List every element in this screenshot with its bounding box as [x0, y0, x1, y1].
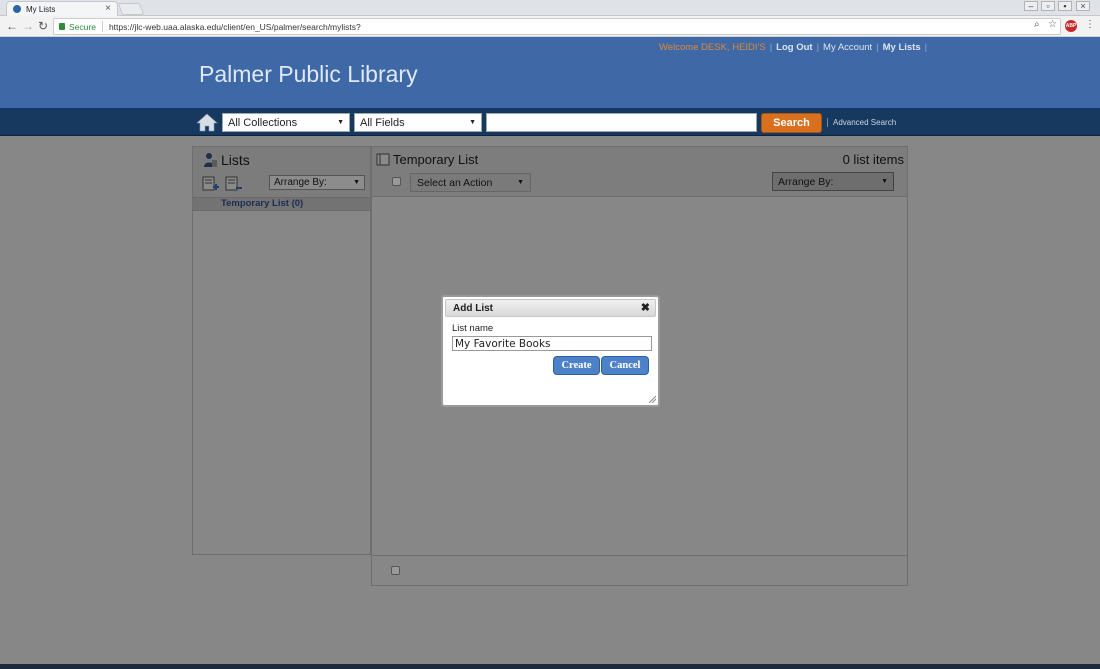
list-name-input[interactable] — [452, 336, 652, 351]
lists-arrange-select[interactable]: Arrange By: ▼ — [269, 175, 365, 190]
lists-arrange-value: Arrange By: — [274, 177, 327, 188]
list-title: Temporary List — [393, 152, 479, 167]
chevron-down-icon: ▼ — [881, 178, 888, 185]
back-icon[interactable]: ← — [6, 19, 18, 33]
chevron-down-icon: ▼ — [353, 179, 360, 186]
footer-select-checkbox[interactable] — [391, 566, 400, 575]
chevron-down-icon: ▼ — [469, 119, 476, 126]
user-links: Welcome DESK, HEIDI'S | Log Out | My Acc… — [659, 42, 931, 53]
globe-icon — [13, 5, 21, 13]
minimize-icon[interactable]: – — [1024, 1, 1038, 11]
reload-icon[interactable]: ↻ — [38, 19, 48, 33]
search-input[interactable] — [486, 113, 757, 132]
resize-handle-icon[interactable] — [649, 396, 656, 403]
cancel-button[interactable]: Cancel — [601, 356, 649, 375]
search-bar: All Collections ▼ All Fields ▼ Search Ad… — [0, 108, 1100, 136]
items-arrange-select[interactable]: Arrange By: ▼ — [772, 172, 894, 191]
browser-tabstrip: My Lists × – ▫ ▪ × — [0, 0, 1100, 16]
welcome-text: Welcome DESK, HEIDI'S — [659, 42, 766, 53]
adblock-icon[interactable]: ABP — [1065, 20, 1077, 32]
os-taskbar — [0, 664, 1100, 669]
user-icon[interactable]: ▪ — [1058, 1, 1072, 11]
action-select[interactable]: Select an Action ▼ — [410, 173, 531, 192]
add-list-dialog: Add List ✖ List name Create Cancel — [441, 295, 660, 407]
search-button[interactable]: Search — [761, 113, 822, 133]
link-divider: | — [769, 42, 773, 53]
chevron-down-icon: ▼ — [517, 179, 524, 186]
omnibox-divider — [101, 21, 103, 32]
create-button[interactable]: Create — [553, 356, 600, 375]
browser-tab[interactable]: My Lists × — [6, 1, 118, 16]
zoom-icon[interactable]: ⌕ — [1034, 19, 1040, 30]
bookmark-star-icon[interactable]: ☆ — [1048, 19, 1057, 30]
logout-link[interactable]: Log Out — [776, 42, 812, 53]
my-account-link[interactable]: My Account — [823, 42, 872, 53]
site-header: Welcome DESK, HEIDI'S | Log Out | My Acc… — [0, 37, 1100, 108]
browser-toolbar: ← → ↻ Secure https://jlc-web.uaa.alaska.… — [0, 16, 1100, 37]
home-icon[interactable] — [196, 113, 218, 132]
add-list-icon[interactable] — [202, 176, 220, 191]
collection-select[interactable]: All Collections ▼ — [222, 113, 350, 132]
browser-menu-icon[interactable]: ⋮ — [1085, 19, 1095, 30]
list-item-count: 0 list items — [842, 152, 904, 167]
advanced-search-link[interactable]: Advanced Search — [827, 118, 896, 127]
address-bar[interactable]: Secure https://jlc-web.uaa.alaska.edu/cl… — [53, 18, 1061, 35]
chevron-down-icon: ▼ — [337, 119, 344, 126]
link-divider: | — [924, 42, 928, 53]
list-book-icon — [376, 153, 390, 166]
url-text: https://jlc-web.uaa.alaska.edu/client/en… — [108, 21, 361, 32]
lock-icon — [59, 23, 65, 30]
items-arrange-value: Arrange By: — [778, 175, 834, 188]
link-divider: | — [876, 42, 879, 53]
lists-panel-header: Lists Arrange By: ▼ — [193, 147, 370, 197]
action-select-value: Select an Action — [417, 176, 493, 189]
forward-icon[interactable]: → — [22, 19, 34, 33]
field-select-value: All Fields — [360, 116, 405, 129]
close-window-icon[interactable]: × — [1076, 1, 1090, 11]
secure-label: Secure — [69, 21, 96, 32]
list-item-temporary[interactable]: Temporary List (0) — [193, 197, 370, 211]
list-name-label: List name — [452, 323, 494, 334]
tab-close-icon[interactable]: × — [105, 3, 111, 14]
tab-title: My Lists — [26, 4, 56, 14]
link-divider: | — [816, 42, 820, 53]
collection-select-value: All Collections — [228, 116, 298, 129]
select-all-checkbox[interactable] — [392, 177, 401, 186]
list-detail-header: Temporary List 0 list items Select an Ac… — [372, 147, 907, 197]
restore-icon[interactable]: ▫ — [1041, 1, 1055, 11]
dialog-title: Add List — [453, 303, 493, 314]
site-title[interactable]: Palmer Public Library — [199, 61, 418, 88]
remove-list-icon[interactable] — [225, 176, 243, 191]
field-select[interactable]: All Fields ▼ — [354, 113, 482, 132]
dialog-titlebar[interactable]: Add List ✖ — [445, 299, 656, 317]
panel-divider — [372, 555, 907, 556]
close-icon[interactable]: ✖ — [641, 301, 650, 314]
lists-panel: Lists Arrange By: ▼ Temporary List (0) — [192, 146, 371, 555]
new-tab-button[interactable] — [117, 3, 145, 15]
my-lists-link[interactable]: My Lists — [883, 42, 921, 53]
lists-title: Lists — [221, 152, 250, 168]
user-lists-icon — [204, 153, 217, 167]
